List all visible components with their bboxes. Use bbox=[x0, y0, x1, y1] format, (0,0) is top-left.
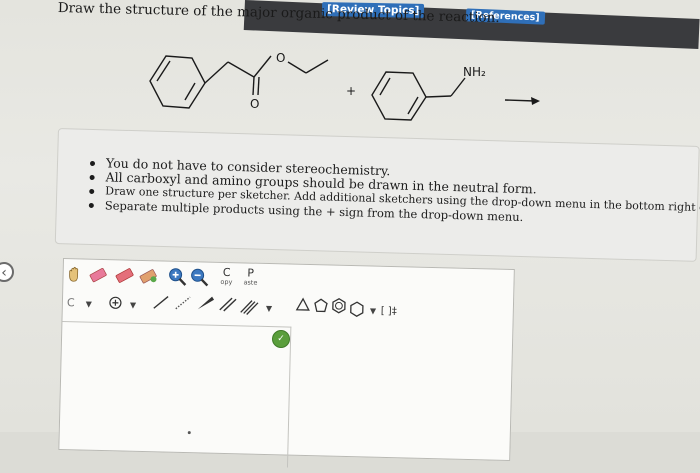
wedge-bond-icon[interactable] bbox=[195, 294, 217, 313]
carbon-atom-dropdown[interactable]: C ▼ bbox=[67, 291, 101, 310]
ester-benzene-ring bbox=[150, 56, 205, 108]
copy-sub-label: opy bbox=[215, 278, 237, 287]
instructions-box: You do not have to consider stereochemis… bbox=[55, 128, 700, 262]
cyclohexane-icon bbox=[349, 301, 365, 317]
amine-benzene-ring bbox=[372, 72, 426, 120]
bracket-label: [ ]‡ bbox=[381, 306, 397, 317]
molecule-sketcher: C opy P aste C ▼ ▼ bbox=[58, 258, 515, 461]
ester-oxygen-1: O bbox=[276, 51, 285, 65]
bracket-tool[interactable]: [ ]‡ bbox=[381, 299, 407, 318]
copy-button[interactable]: C opy bbox=[215, 267, 238, 290]
paste-button[interactable]: P aste bbox=[239, 267, 262, 290]
carbon-atom-label: C bbox=[67, 296, 75, 309]
amine-nh2-label: NH₂ bbox=[463, 65, 486, 79]
zoom-in-icon[interactable] bbox=[167, 267, 187, 287]
help-icon[interactable]: ✓ bbox=[272, 330, 290, 348]
cyclopentane-icon[interactable] bbox=[313, 297, 329, 313]
charge-dropdown[interactable]: ▼ bbox=[109, 292, 143, 311]
copy-main-label: C bbox=[216, 267, 238, 279]
instructions-list: You do not have to consider stereochemis… bbox=[87, 156, 688, 229]
triple-bond-dropdown[interactable]: ▼ bbox=[239, 295, 275, 314]
chevron-down-icon: ▼ bbox=[370, 307, 376, 316]
double-bond-icon[interactable] bbox=[217, 295, 239, 314]
hand-icon[interactable] bbox=[65, 265, 83, 283]
plus-sign: + bbox=[346, 84, 356, 98]
drawing-canvas[interactable] bbox=[59, 321, 291, 468]
lasso-eraser-icon[interactable] bbox=[113, 266, 135, 285]
eraser-icon[interactable] bbox=[87, 266, 109, 285]
benzene-icon[interactable] bbox=[331, 298, 347, 314]
zoom-out-icon[interactable] bbox=[189, 267, 209, 287]
paste-sub-label: aste bbox=[239, 278, 261, 287]
fragment-eraser-icon[interactable] bbox=[137, 267, 159, 286]
triple-bond-icon bbox=[239, 297, 261, 316]
hashed-bond-icon[interactable] bbox=[173, 294, 195, 313]
chevron-down-icon: ▼ bbox=[266, 304, 272, 313]
ester-oxygen-2: O bbox=[250, 97, 259, 111]
reaction-scheme: O O + NH₂ bbox=[0, 0, 700, 140]
ester-structure bbox=[150, 56, 328, 108]
back-arrow-icon[interactable]: ‹ bbox=[0, 262, 14, 282]
plus-charge-icon bbox=[109, 296, 122, 309]
chevron-down-icon: ▼ bbox=[130, 301, 136, 310]
reaction-arrow bbox=[505, 97, 540, 105]
paste-main-label: P bbox=[240, 267, 262, 279]
amine-structure bbox=[372, 72, 465, 120]
cyclopropane-icon[interactable] bbox=[295, 297, 311, 313]
ring-dropdown[interactable]: ▼ bbox=[349, 298, 379, 317]
page: [Review Topics] [References] Draw the st… bbox=[0, 0, 700, 432]
chevron-down-icon: ▼ bbox=[86, 300, 92, 309]
single-bond-icon[interactable] bbox=[151, 293, 173, 312]
